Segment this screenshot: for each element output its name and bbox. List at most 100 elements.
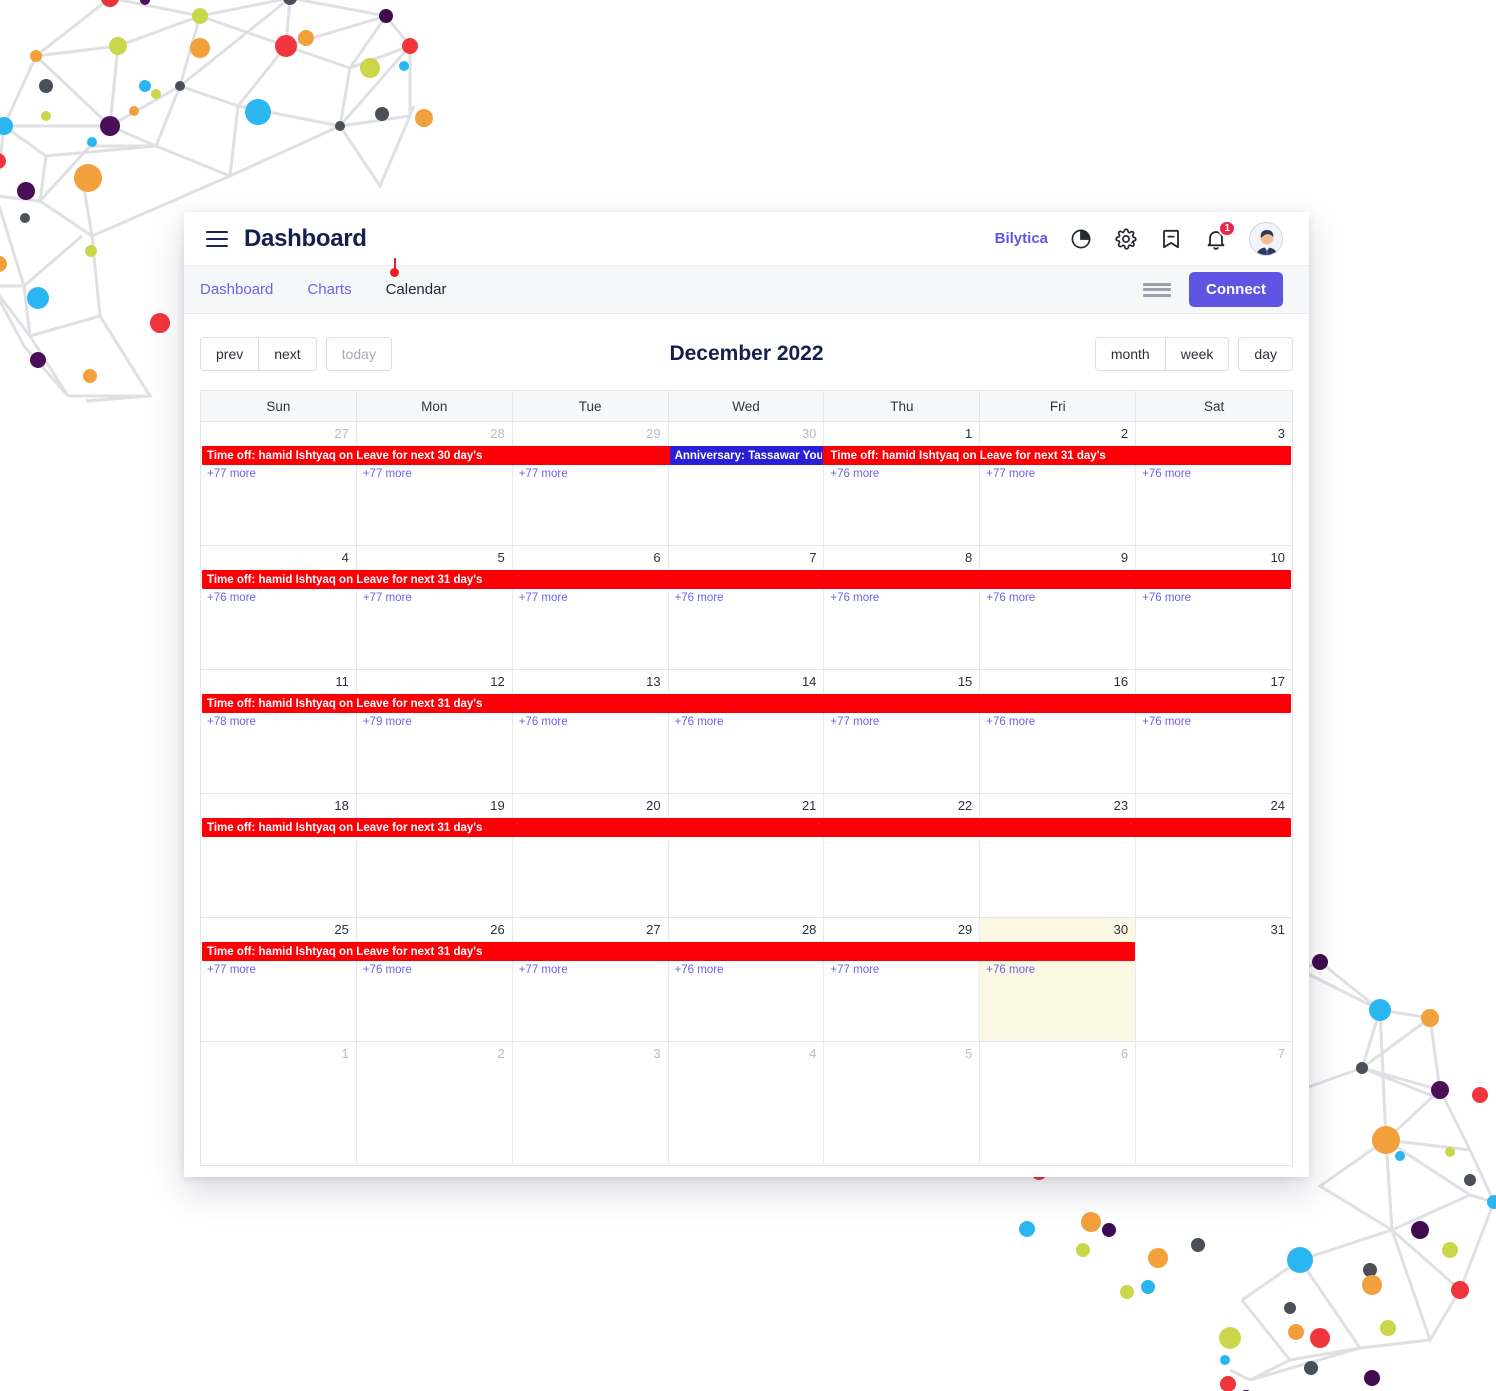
day-cell[interactable]: 22 [824, 794, 981, 917]
day-cell[interactable]: 1 [201, 1042, 357, 1165]
day-cells: 18 19 20 21 22 23 24 [201, 794, 1292, 917]
day-number: 15 [957, 674, 973, 689]
day-number: 6 [653, 550, 661, 565]
more-events-link[interactable]: +76 more [357, 964, 513, 976]
connect-button[interactable]: Connect [1189, 272, 1283, 307]
more-events-link[interactable]: +76 more [513, 716, 669, 728]
day-number: 9 [1120, 550, 1129, 565]
more-events-link[interactable]: +77 more [201, 964, 357, 976]
more-events-link[interactable]: +77 more [824, 716, 980, 728]
bookmark-icon[interactable] [1159, 227, 1183, 251]
day-cell[interactable]: 3 [513, 1042, 669, 1165]
notifications-bell[interactable]: 1 [1204, 219, 1236, 251]
more-events-link[interactable]: +76 more [980, 592, 1136, 604]
day-cell[interactable]: 10 [1136, 546, 1292, 669]
more-events-link[interactable]: +77 more [824, 964, 980, 976]
day-cell[interactable]: 8 [824, 546, 981, 669]
day-cell[interactable]: 16 [980, 670, 1137, 793]
more-events-link[interactable]: +76 more [201, 592, 357, 604]
more-events-link[interactable]: +76 more [669, 592, 825, 604]
day-cell[interactable]: 4 [201, 546, 357, 669]
event-time-off[interactable]: Time off: hamid Ishtyaq on Leave for nex… [202, 570, 1291, 589]
more-events-link[interactable]: +76 more [980, 716, 1136, 728]
day-cell[interactable]: 2 [357, 1042, 513, 1165]
day-cell[interactable]: 26 [357, 918, 513, 1041]
day-cell[interactable]: 6 [513, 546, 669, 669]
day-number: 25 [334, 922, 349, 937]
day-cells: 11 12 13 14 15 16 17 [201, 670, 1292, 793]
weekday-thu: Thu [824, 391, 981, 422]
more-events-link[interactable]: +76 more [669, 716, 825, 728]
day-cell[interactable]: 7 [1136, 1042, 1292, 1165]
more-events-link[interactable]: +77 more [513, 964, 669, 976]
more-events-link[interactable]: +77 more [357, 592, 513, 604]
day-cell[interactable]: 15 [824, 670, 981, 793]
pie-chart-icon[interactable] [1069, 227, 1093, 251]
day-cell[interactable]: 23 [980, 794, 1137, 917]
more-events-link[interactable]: +77 more [513, 468, 669, 480]
day-cell[interactable]: 31 [1136, 918, 1292, 1041]
gear-icon[interactable] [1114, 227, 1138, 251]
day-cell[interactable]: 27 [201, 422, 357, 545]
day-cell[interactable]: 5 [824, 1042, 981, 1165]
day-cell[interactable]: 4 [669, 1042, 825, 1165]
more-events-link[interactable]: +76 more [1136, 716, 1292, 728]
event-time-off[interactable]: Time off: hamid Ishtyaq on Leave for nex… [202, 694, 1291, 713]
day-cell[interactable]: 7 [669, 546, 825, 669]
more-events-link[interactable]: +76 more [669, 964, 825, 976]
day-cell[interactable]: 9 [980, 546, 1137, 669]
day-cell[interactable]: 14 [669, 670, 825, 793]
day-cell[interactable]: 17 [1136, 670, 1292, 793]
day-cell[interactable]: 27 [513, 918, 669, 1041]
day-cell[interactable]: 12 [357, 670, 513, 793]
nav-link-dashboard[interactable]: Dashboard [198, 277, 275, 302]
more-events-link[interactable]: +77 more [980, 468, 1136, 480]
day-cells: 1 2 3 4 5 6 7 [201, 1042, 1292, 1165]
day-cell[interactable]: 13 [513, 670, 669, 793]
more-events-link[interactable]: +77 more [201, 468, 357, 480]
day-cell[interactable]: 20 [513, 794, 669, 917]
day-cell[interactable]: 18 [201, 794, 357, 917]
calendar-week-row: 27 28 29 30 1 2 3 Time off: hamid Ishtyaq on Le… [201, 421, 1292, 546]
day-cell[interactable]: 29 [513, 422, 669, 545]
event-time-off[interactable]: Time off: hamid Ishtyaq on Leave for nex… [202, 942, 1136, 961]
calendar-week-row: 25 26 27 28 29 30 31 Time off: hamid Ishtyaq on… [201, 917, 1292, 1042]
more-events-link[interactable]: +76 more [980, 964, 1136, 976]
day-cell[interactable]: 24 [1136, 794, 1292, 917]
more-events-link[interactable]: +77 more [513, 592, 669, 604]
day-number: 31 [1270, 922, 1285, 937]
avatar[interactable] [1249, 221, 1283, 256]
day-cell-today[interactable]: 30 [980, 918, 1137, 1041]
day-cell[interactable]: 5 [357, 546, 513, 669]
nav-link-charts[interactable]: Charts [305, 277, 353, 302]
page-title: Dashboard [244, 224, 367, 252]
day-number: 27 [334, 426, 349, 441]
more-events-link[interactable]: +76 more [1136, 468, 1292, 480]
day-cell[interactable]: 6 [980, 1042, 1137, 1165]
day-cell[interactable]: 25 [201, 918, 357, 1041]
event-time-off[interactable]: Time off: hamid Ishtyaq on Leave for nex… [202, 818, 1291, 837]
day-cell[interactable]: 11 [201, 670, 357, 793]
more-events-link[interactable]: +78 more [201, 716, 357, 728]
day-cell[interactable]: 21 [669, 794, 825, 917]
event-anniversary[interactable]: Anniversary: Tassawar You [669, 446, 824, 465]
more-events-link[interactable]: +77 more [357, 468, 513, 480]
day-cell[interactable]: 30 [669, 422, 825, 545]
day-number: 12 [490, 674, 505, 689]
subnav-hamburger-icon[interactable] [1143, 282, 1171, 297]
more-events-link[interactable]: +76 more [824, 592, 980, 604]
more-events-link[interactable]: +79 more [357, 716, 513, 728]
day-cell[interactable]: 28 [357, 422, 513, 545]
day-cell[interactable]: 1 [824, 422, 981, 545]
day-cell[interactable]: 19 [357, 794, 513, 917]
nav-link-calendar[interactable]: Calendar [384, 277, 449, 302]
event-time-off[interactable]: Time off: hamid Ishtyaq on Leave for nex… [825, 446, 1291, 465]
day-cell[interactable]: 3 [1136, 422, 1292, 545]
more-events-empty [1136, 964, 1292, 976]
more-events-link[interactable]: +76 more [824, 468, 980, 480]
hamburger-menu-icon[interactable] [206, 230, 228, 247]
day-cell[interactable]: 29 [824, 918, 981, 1041]
day-cell[interactable]: 2 [980, 422, 1137, 545]
day-cell[interactable]: 28 [669, 918, 825, 1041]
more-events-link[interactable]: +76 more [1136, 592, 1292, 604]
